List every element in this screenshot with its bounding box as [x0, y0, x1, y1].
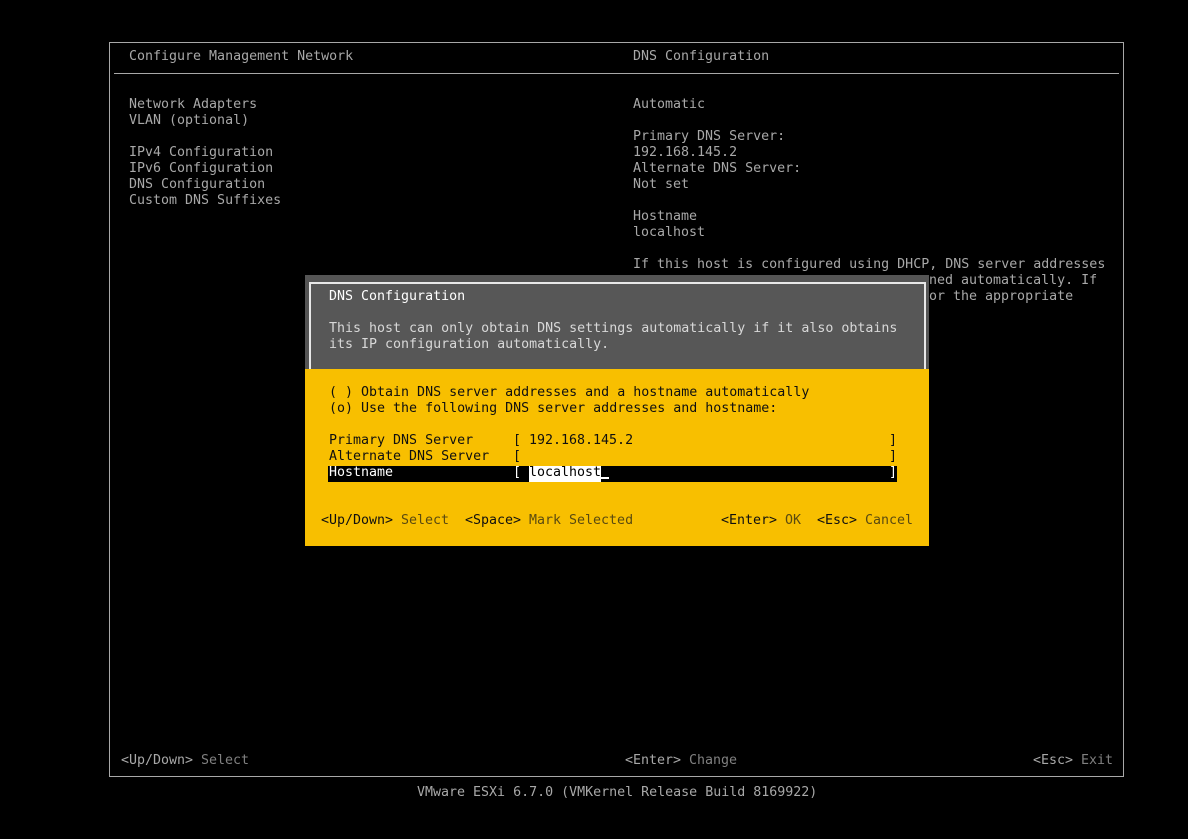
- dialog-updown-key[interactable]: <Up/Down>: [321, 513, 393, 529]
- dialog-cancel-action: Cancel: [865, 513, 914, 528]
- dialog-desc-line1: This host can only obtain DNS settings a…: [329, 321, 898, 336]
- help-text-line2: ned automatically. If: [929, 273, 1098, 288]
- dialog-updown-action: Select: [401, 513, 450, 528]
- hostname-field-label: Hostname: [329, 465, 394, 480]
- dialog-ok-key[interactable]: <Enter>: [721, 513, 777, 529]
- radio-use-following[interactable]: (o) Use the following DNS server address…: [329, 401, 777, 417]
- dialog-title: DNS Configuration: [329, 289, 466, 304]
- hostname-bracket-open: [: [513, 465, 522, 480]
- alternate-dns-bracket-open: [: [513, 449, 522, 464]
- menu-item-dns-suffixes[interactable]: Custom DNS Suffixes: [129, 193, 281, 209]
- hostname-label: Hostname: [633, 209, 698, 224]
- alternate-dns-bracket-close: ]: [889, 449, 898, 464]
- hostname-bracket-close: ]: [889, 465, 898, 480]
- primary-dns-bracket-close: ]: [889, 433, 898, 448]
- help-text-line3: or the appropriate: [929, 289, 1074, 304]
- primary-dns-field-label: Primary DNS Server: [329, 433, 474, 448]
- hostname-row-highlight: [328, 466, 897, 482]
- alternate-dns-field-label: Alternate DNS Server: [329, 449, 490, 464]
- menu-item-ipv6[interactable]: IPv6 Configuration: [129, 161, 273, 177]
- menu-item-ipv4[interactable]: IPv4 Configuration: [129, 145, 273, 161]
- menu-item-dns[interactable]: DNS Configuration: [129, 177, 265, 193]
- menu-item-network-adapters[interactable]: Network Adapters: [129, 97, 257, 113]
- status-updown-key[interactable]: <Up/Down>: [121, 753, 193, 769]
- help-text-line1: If this host is configured using DHCP, D…: [633, 257, 1106, 272]
- section-title: DNS Configuration: [633, 49, 770, 64]
- radio-obtain-automatically[interactable]: ( ) Obtain DNS server addresses and a ho…: [329, 385, 809, 401]
- title-divider: [114, 73, 1119, 74]
- status-esc-action: Exit: [1081, 753, 1114, 768]
- version-footer: VMware ESXi 6.7.0 (VMKernel Release Buil…: [417, 785, 818, 800]
- status-enter-action: Change: [689, 753, 738, 768]
- primary-dns-bracket-open: [: [513, 433, 522, 448]
- primary-dns-value: 192.168.145.2: [633, 145, 738, 160]
- alternate-dns-value: Not set: [633, 177, 690, 192]
- dialog-space-key[interactable]: <Space>: [465, 513, 521, 529]
- primary-dns-label: Primary DNS Server:: [633, 129, 786, 144]
- status-updown-action: Select: [201, 753, 250, 768]
- hostname-input[interactable]: localhost: [529, 465, 601, 481]
- dialog-space-action: Mark Selected: [529, 513, 634, 528]
- status-enter-key[interactable]: <Enter>: [625, 753, 681, 769]
- hostname-value: localhost: [633, 225, 706, 240]
- dialog-desc-line2: its IP configuration automatically.: [329, 337, 610, 352]
- menu-item-vlan[interactable]: VLAN (optional): [129, 113, 249, 129]
- alternate-dns-label: Alternate DNS Server:: [633, 161, 802, 176]
- dialog-ok-action: OK: [785, 513, 802, 528]
- primary-dns-input[interactable]: 192.168.145.2: [529, 433, 633, 449]
- dns-mode: Automatic: [633, 97, 706, 112]
- status-esc-key[interactable]: <Esc>: [1033, 753, 1073, 769]
- text-cursor: [601, 477, 609, 479]
- dialog-cancel-key[interactable]: <Esc>: [817, 513, 857, 529]
- screen-title: Configure Management Network: [129, 49, 354, 64]
